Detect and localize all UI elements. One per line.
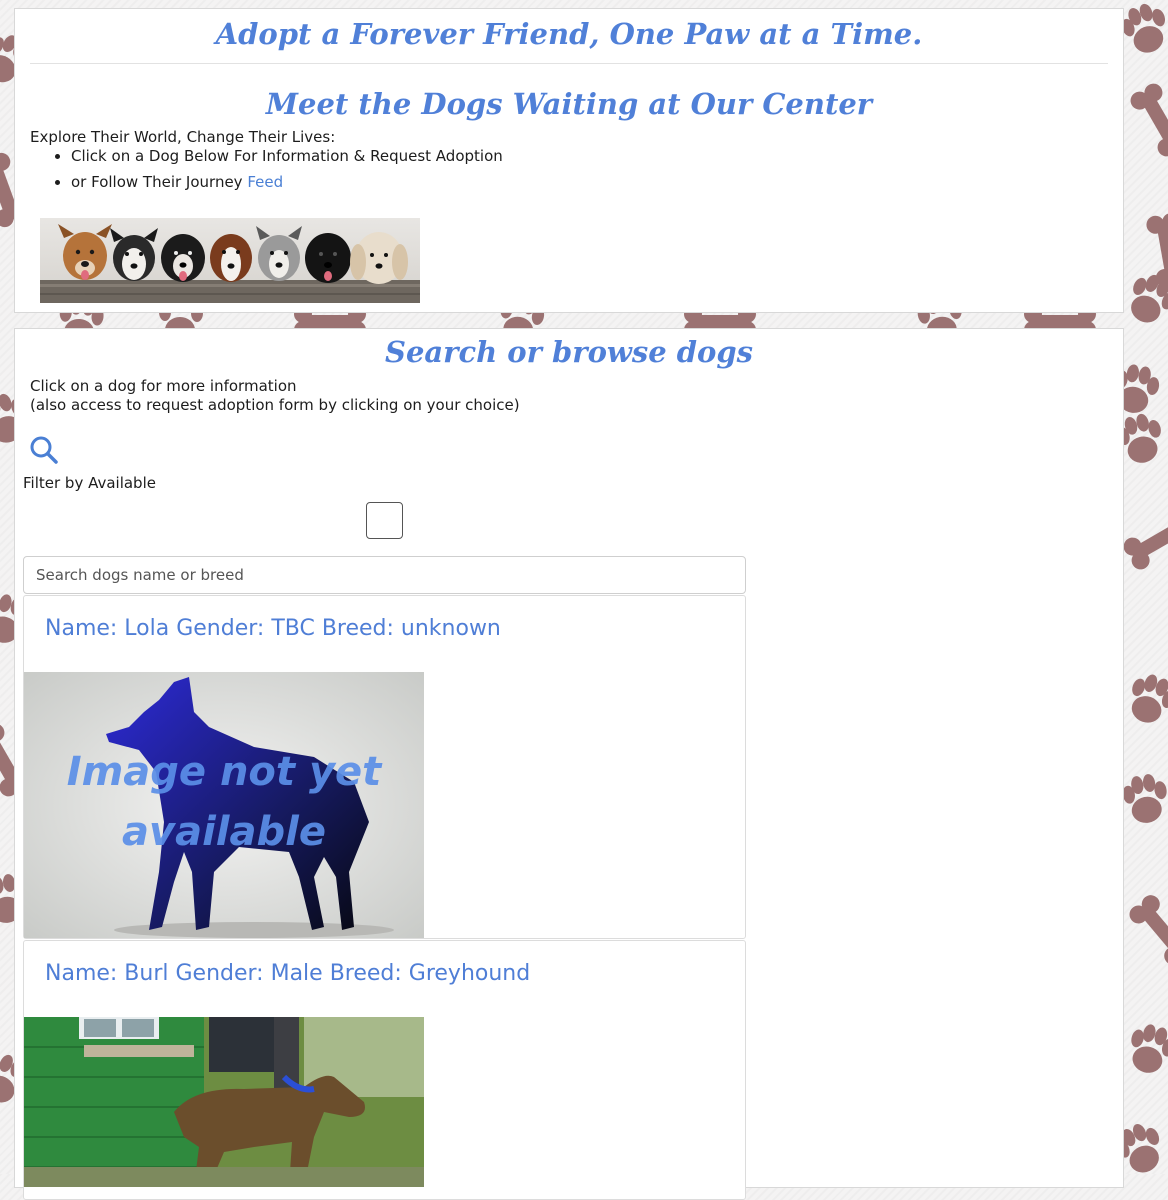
- intro-subtitle: Meet the Dogs Waiting at Our Center: [265, 87, 873, 121]
- feed-link[interactable]: Feed: [247, 173, 283, 191]
- search-instructions: Click on a dog for more information (als…: [30, 377, 520, 415]
- intro-panel: Adopt a Forever Friend, One Paw at a Tim…: [14, 8, 1124, 313]
- search-input[interactable]: [23, 556, 746, 594]
- dog-card-title: Name: Burl Gender: Male Breed: Greyhound: [45, 961, 531, 986]
- intro-bullet-feed: or Follow Their Journey Feed: [71, 173, 503, 191]
- dog-photo-placeholder: Image not yet available: [24, 672, 424, 938]
- search-instruction-line1: Click on a dog for more information: [30, 377, 297, 395]
- dog-photo-burl: [24, 1017, 424, 1187]
- intro-bullet-text: Click on a Dog Below For Information & R…: [71, 147, 503, 165]
- greyhound-photo: [24, 1017, 424, 1187]
- overlay-line1: Image not yet: [66, 749, 382, 795]
- image-unavailable-overlay: Image not yet available: [24, 742, 424, 862]
- dog-card-lola[interactable]: Name: Lola Gender: TBC Breed: unknown Im…: [23, 595, 746, 939]
- intro-bullet-click-dog: Click on a Dog Below For Information & R…: [71, 147, 503, 165]
- search-instruction-line2: (also access to request adoption form by…: [30, 396, 520, 414]
- dog-card-title: Name: Lola Gender: TBC Breed: unknown: [45, 616, 501, 641]
- title-divider: [30, 63, 1108, 64]
- search-icon[interactable]: [29, 435, 59, 465]
- page-title: Adopt a Forever Friend, One Paw at a Tim…: [215, 17, 923, 51]
- intro-list: Click on a Dog Below For Information & R…: [51, 147, 503, 199]
- intro-bullet-text: or Follow Their Journey: [71, 173, 243, 191]
- filter-available-checkbox[interactable]: [366, 502, 403, 539]
- search-title: Search or browse dogs: [385, 335, 753, 369]
- dog-card-burl[interactable]: Name: Burl Gender: Male Breed: Greyhound: [23, 940, 746, 1200]
- filter-available-label: Filter by Available: [23, 474, 156, 492]
- overlay-line2: available: [122, 809, 326, 855]
- intro-lead: Explore Their World, Change Their Lives:: [30, 128, 336, 146]
- dogs-banner-image: [40, 218, 420, 303]
- search-panel: Search or browse dogs Click on a dog for…: [14, 328, 1124, 1200]
